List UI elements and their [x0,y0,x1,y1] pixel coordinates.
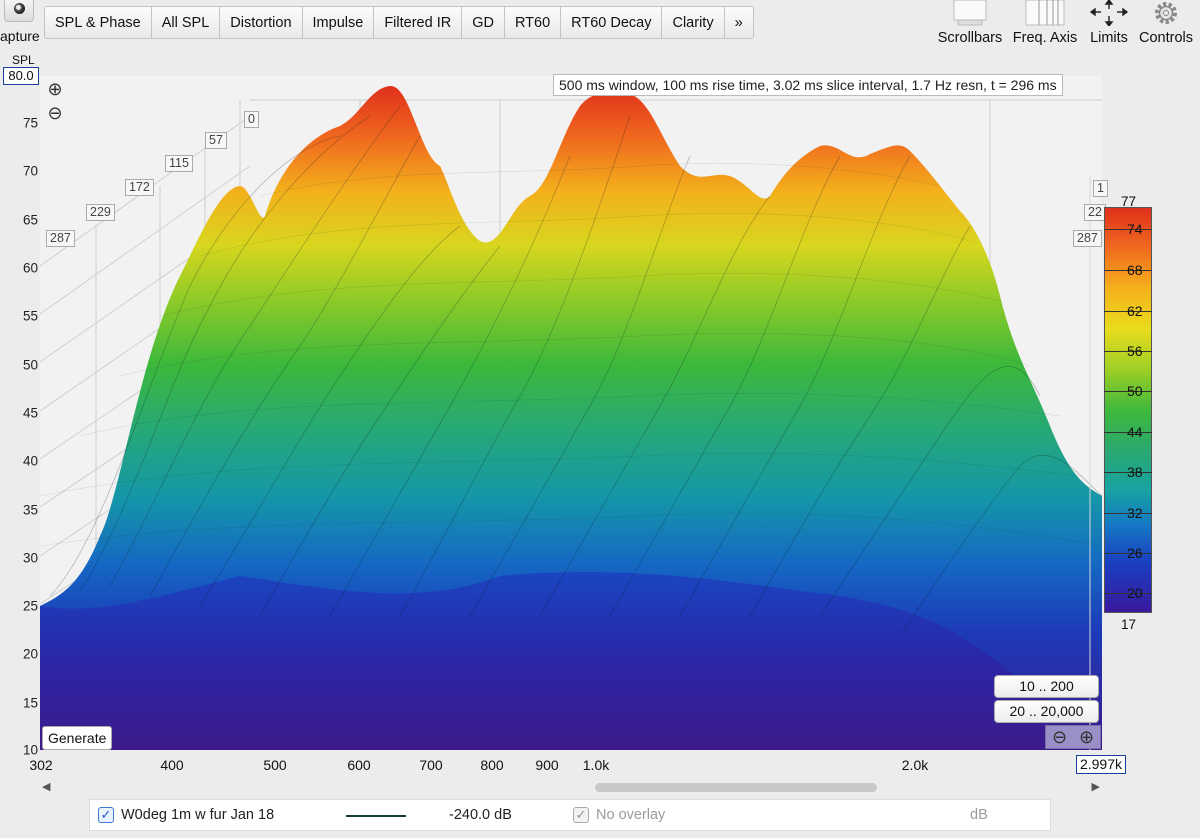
freq-axis-button[interactable]: Freq. Axis [1008,0,1082,46]
tab-spl-phase[interactable]: SPL & Phase [45,7,152,38]
time-slice-label: 115 [165,155,193,172]
gear-icon [1151,0,1181,26]
colorbar-label: 74 [1127,221,1143,237]
time-slice-label: 229 [86,204,115,221]
zoom-in-icon[interactable]: ⊕ [45,80,65,100]
waterfall-surface [40,85,1102,750]
horizontal-scrollbar[interactable]: ◀ ▶ [40,779,1102,795]
x-tick: 1.0k [582,757,610,773]
colorbar-label: 44 [1127,424,1143,440]
waterfall-plot[interactable] [40,76,1102,750]
colorbar-min: 17 [1121,617,1137,632]
controls-label: Controls [1139,30,1193,46]
y-tick: 10 [22,742,38,758]
x-tick: 2.0k [901,757,929,773]
scrollbars-icon [953,0,987,26]
y-tick: 40 [22,453,38,469]
time-slice-label: 0 [244,111,259,128]
y-tick: 15 [22,695,38,711]
y-tick: 25 [22,598,38,614]
limits-label: Limits [1090,30,1128,46]
tab-distortion[interactable]: Distortion [220,7,303,38]
zoom-in-icon[interactable]: ⊕ [1079,727,1094,748]
tab-rt60[interactable]: RT60 [505,7,562,38]
analysis-info: 500 ms window, 100 ms rise time, 3.02 ms… [553,74,1063,96]
tab-rt60-decay[interactable]: RT60 Decay [561,7,663,38]
y-axis-label: SPL [12,53,35,67]
tab-gd[interactable]: GD [462,7,505,38]
time-slice-label: 22 [1084,204,1106,221]
x-min-label[interactable]: 302 [29,757,52,773]
y-tick: 55 [22,308,38,324]
controls-button[interactable]: Controls [1136,0,1196,46]
y-tick: 20 [22,646,38,662]
scroll-thumb[interactable] [595,783,877,792]
trace-level: -240.0 dB [449,807,512,823]
y-tick: 70 [22,163,38,179]
colorbar-label: 50 [1127,383,1143,399]
x-tick: 800 [480,757,504,773]
zoom-corner-controls: ⊖ ⊕ [1045,725,1101,749]
x-tick: 400 [160,757,184,773]
tab-more[interactable]: » [725,7,753,38]
scrollbars-label: Scrollbars [937,30,1003,46]
graph-tabs: SPL & Phase All SPL Distortion Impulse F… [44,6,754,39]
time-slice-label: 287 [46,230,75,247]
y-tick: 30 [22,550,38,566]
overlay-checkbox[interactable]: ✓ [573,807,589,823]
time-slice-label: 172 [125,179,154,196]
generate-button[interactable]: Generate [42,726,113,750]
tab-filtered-ir[interactable]: Filtered IR [374,7,463,38]
zoom-out-icon[interactable]: ⊖ [1052,727,1067,748]
time-slice-label: 1 [1093,180,1108,197]
x-tick: 500 [263,757,287,773]
measurement-name: W0deg 1m w fur Jan 18 [121,807,275,823]
limits-button[interactable]: Limits [1084,0,1134,46]
scrollbars-button[interactable]: Scrollbars [934,0,1006,46]
colorbar-label: 32 [1127,505,1143,521]
scroll-left-icon[interactable]: ◀ [42,780,50,793]
x-max-field[interactable]: 2.997k [1076,755,1126,774]
colorbar-label: 68 [1127,262,1143,278]
colorbar-label: 26 [1127,545,1143,561]
x-tick: 700 [419,757,443,773]
colorbar-label: 62 [1127,303,1143,319]
x-tick: 900 [535,757,559,773]
limits-icon [1087,0,1131,28]
y-tick: 65 [22,212,38,228]
tab-clarity[interactable]: Clarity [662,7,725,38]
freq-axis-label: Freq. Axis [1012,30,1078,46]
capture-button[interactable]: apture [0,0,46,46]
y-tick: 35 [22,502,38,518]
colorbar-label: 38 [1127,464,1143,480]
y-tick: 45 [22,405,38,421]
overlay-label: No overlay [596,807,666,823]
unit-label: dB [970,807,988,823]
capture-label: apture [0,28,40,44]
time-slice-label: 57 [205,132,227,149]
colorbar-label: 56 [1127,343,1143,359]
y-tick: 50 [22,357,38,373]
camera-icon [4,0,34,22]
y-tick: 75 [22,115,38,131]
zoom-out-icon[interactable]: ⊖ [45,104,65,124]
range-button-20-20000[interactable]: 20 .. 20,000 [994,700,1099,723]
y-max-field[interactable]: 80.0 [3,67,39,85]
y-tick: 60 [22,260,38,276]
range-button-10-200[interactable]: 10 .. 200 [994,675,1099,698]
legend-bar: ✓ W0deg 1m w fur Jan 18 -240.0 dB ✓ No o… [89,799,1051,831]
colorbar-label: 20 [1127,585,1143,601]
time-slice-label: 287 [1073,230,1102,247]
freq-axis-icon [1025,0,1065,26]
tab-impulse[interactable]: Impulse [303,7,375,38]
tab-all-spl[interactable]: All SPL [152,7,221,38]
measurement-checkbox[interactable]: ✓ [98,807,114,823]
trace-color-swatch[interactable] [346,815,406,817]
x-tick: 600 [347,757,371,773]
scroll-right-icon[interactable]: ▶ [1092,780,1100,793]
